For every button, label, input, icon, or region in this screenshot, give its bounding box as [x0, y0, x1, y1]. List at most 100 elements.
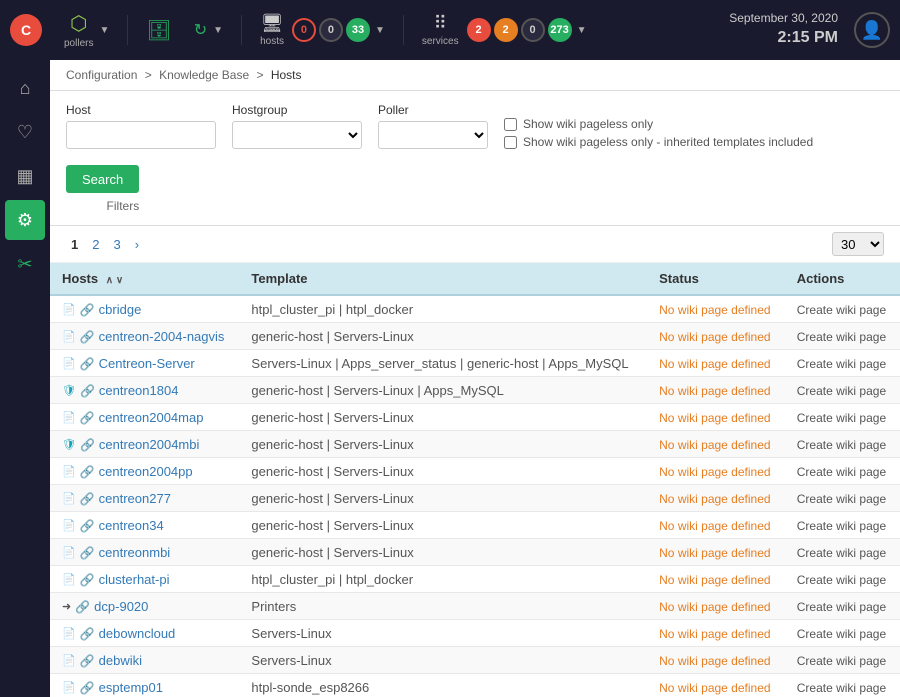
host-icon-group: 📄 🔗 centreon-2004-nagvis: [62, 329, 224, 344]
create-wiki-link[interactable]: Create wiki page: [797, 330, 886, 344]
host-name-link[interactable]: Centreon-Server: [99, 356, 195, 371]
host-icon-group: 📄 🔗 centreon277: [62, 491, 171, 506]
checkbox2[interactable]: [504, 136, 517, 149]
create-wiki-link[interactable]: Create wiki page: [797, 303, 886, 317]
breadcrumb-config[interactable]: Configuration: [66, 68, 137, 82]
template-cell: generic-host | Servers-Linux: [239, 323, 647, 350]
create-wiki-link[interactable]: Create wiki page: [797, 384, 886, 398]
table-row: 📄 🔗 cbridge htpl_cluster_pi | htpl_docke…: [50, 295, 900, 323]
hosts-nav-label: hosts: [260, 36, 284, 47]
services-nav-group[interactable]: ⠿ services 2 2 0 273 ▼: [414, 9, 595, 51]
sidebar: ⌂ ♡ ▦ ⚙ ✂: [0, 60, 50, 697]
pollers-nav-group[interactable]: ⬡ pollers ▼: [56, 7, 117, 53]
create-wiki-link[interactable]: Create wiki page: [797, 519, 886, 533]
host-name-link[interactable]: dcp-9020: [94, 599, 148, 614]
create-wiki-link[interactable]: Create wiki page: [797, 546, 886, 560]
host-name-link[interactable]: debowncloud: [99, 626, 176, 641]
host-cell: 📄 🔗 centreon-2004-nagvis: [50, 323, 239, 350]
host-type-icon: 📄: [62, 627, 76, 640]
link-icon: 🔗: [80, 627, 95, 641]
page-2-link[interactable]: 2: [87, 235, 104, 254]
host-cell: 📄 🔗 esptemp01: [50, 674, 239, 697]
hosts-icon: 🖥: [261, 13, 284, 34]
template-cell: generic-host | Servers-Linux: [239, 485, 647, 512]
checkbox1-text: Show wiki pageless only: [523, 117, 653, 131]
create-wiki-link[interactable]: Create wiki page: [797, 600, 886, 614]
sidebar-item-monitoring[interactable]: ♡: [5, 112, 45, 152]
create-wiki-link[interactable]: Create wiki page: [797, 492, 886, 506]
refresh-icon: ↻: [194, 20, 207, 40]
status-text: No wiki page defined: [659, 654, 770, 668]
host-name-link[interactable]: centreon2004pp: [99, 464, 193, 479]
host-name-link[interactable]: centreon34: [99, 518, 164, 533]
pollers-icon: ⬡: [70, 11, 87, 36]
page-next-link[interactable]: ›: [130, 235, 144, 254]
pagination-row: 1 2 3 › 30 50 100: [50, 226, 900, 263]
action-cell: Create wiki page: [785, 404, 900, 431]
action-cell: Create wiki page: [785, 458, 900, 485]
link-icon: 🔗: [80, 330, 95, 344]
page-1-link[interactable]: 1: [66, 235, 83, 254]
hosts-nav-group[interactable]: 🖥 hosts 0 0 33 ▼: [252, 9, 393, 51]
create-wiki-link[interactable]: Create wiki page: [797, 573, 886, 587]
host-name-link[interactable]: clusterhat-pi: [99, 572, 170, 587]
host-name-link[interactable]: centreon2004map: [99, 410, 204, 425]
host-input[interactable]: [66, 121, 216, 149]
create-wiki-link[interactable]: Create wiki page: [797, 438, 886, 452]
host-cell: 📄 🔗 Centreon-Server: [50, 350, 239, 377]
breadcrumb-kb[interactable]: Knowledge Base: [159, 68, 249, 82]
db-nav-group[interactable]: 🗄: [138, 14, 179, 47]
services-badge-green: 273: [548, 18, 572, 42]
main-content: Configuration > Knowledge Base > Hosts H…: [50, 60, 900, 697]
status-text: No wiki page defined: [659, 519, 770, 533]
services-chevron: ▼: [577, 25, 587, 36]
status-cell: No wiki page defined: [647, 512, 785, 539]
checkbox1[interactable]: [504, 118, 517, 131]
host-name-link[interactable]: centreon2004mbi: [99, 437, 199, 452]
host-name-link[interactable]: centreon277: [99, 491, 171, 506]
filters-link[interactable]: Filters: [107, 199, 140, 213]
search-button[interactable]: Search: [66, 165, 139, 193]
per-page-select[interactable]: 30 50 100: [832, 232, 884, 256]
poller-filter-label: Poller: [378, 103, 488, 117]
poller-select[interactable]: [378, 121, 488, 149]
sidebar-item-tools[interactable]: ✂: [5, 244, 45, 284]
link-icon: 🔗: [80, 438, 95, 452]
hostgroup-select[interactable]: [232, 121, 362, 149]
create-wiki-link[interactable]: Create wiki page: [797, 357, 886, 371]
host-name-link[interactable]: debwiki: [99, 653, 142, 668]
sidebar-item-home[interactable]: ⌂: [5, 68, 45, 108]
host-name-link[interactable]: cbridge: [99, 302, 142, 317]
table-row: 📄 🔗 clusterhat-pi htpl_cluster_pi | htpl…: [50, 566, 900, 593]
sidebar-item-configuration[interactable]: ⚙: [5, 200, 45, 240]
host-name-link[interactable]: centreon-2004-nagvis: [99, 329, 225, 344]
create-wiki-link[interactable]: Create wiki page: [797, 411, 886, 425]
sidebar-item-reporting[interactable]: ▦: [5, 156, 45, 196]
create-wiki-link[interactable]: Create wiki page: [797, 627, 886, 641]
template-cell: htpl-sonde_esp8266: [239, 674, 647, 697]
user-avatar[interactable]: 👤: [854, 12, 890, 48]
create-wiki-link[interactable]: Create wiki page: [797, 465, 886, 479]
template-cell: generic-host | Servers-Linux: [239, 458, 647, 485]
action-cell: Create wiki page: [785, 620, 900, 647]
table-row: 🛡 🔗 centreon2004mbi generic-host | Serve…: [50, 431, 900, 458]
host-name-link[interactable]: esptemp01: [99, 680, 163, 695]
host-name-link[interactable]: centreon1804: [99, 383, 179, 398]
col-status: Status: [647, 263, 785, 295]
checkbox2-label[interactable]: Show wiki pageless only - inherited temp…: [504, 135, 813, 149]
status-cell: No wiki page defined: [647, 620, 785, 647]
filter-checkboxes: Show wiki pageless only Show wiki pagele…: [504, 117, 813, 149]
host-cell: 📄 🔗 clusterhat-pi: [50, 566, 239, 593]
template-cell: generic-host | Servers-Linux: [239, 431, 647, 458]
create-wiki-link[interactable]: Create wiki page: [797, 654, 886, 668]
checkbox1-label[interactable]: Show wiki pageless only: [504, 117, 813, 131]
refresh-nav-group[interactable]: ↻ ▼: [186, 16, 231, 44]
page-3-link[interactable]: 3: [108, 235, 125, 254]
host-name-link[interactable]: centreonmbi: [99, 545, 171, 560]
col-hosts[interactable]: Hosts ∧ ∨: [50, 263, 239, 295]
template-cell: Printers: [239, 593, 647, 620]
create-wiki-link[interactable]: Create wiki page: [797, 681, 886, 695]
app-logo[interactable]: C: [10, 14, 42, 46]
status-cell: No wiki page defined: [647, 674, 785, 697]
status-cell: No wiki page defined: [647, 404, 785, 431]
